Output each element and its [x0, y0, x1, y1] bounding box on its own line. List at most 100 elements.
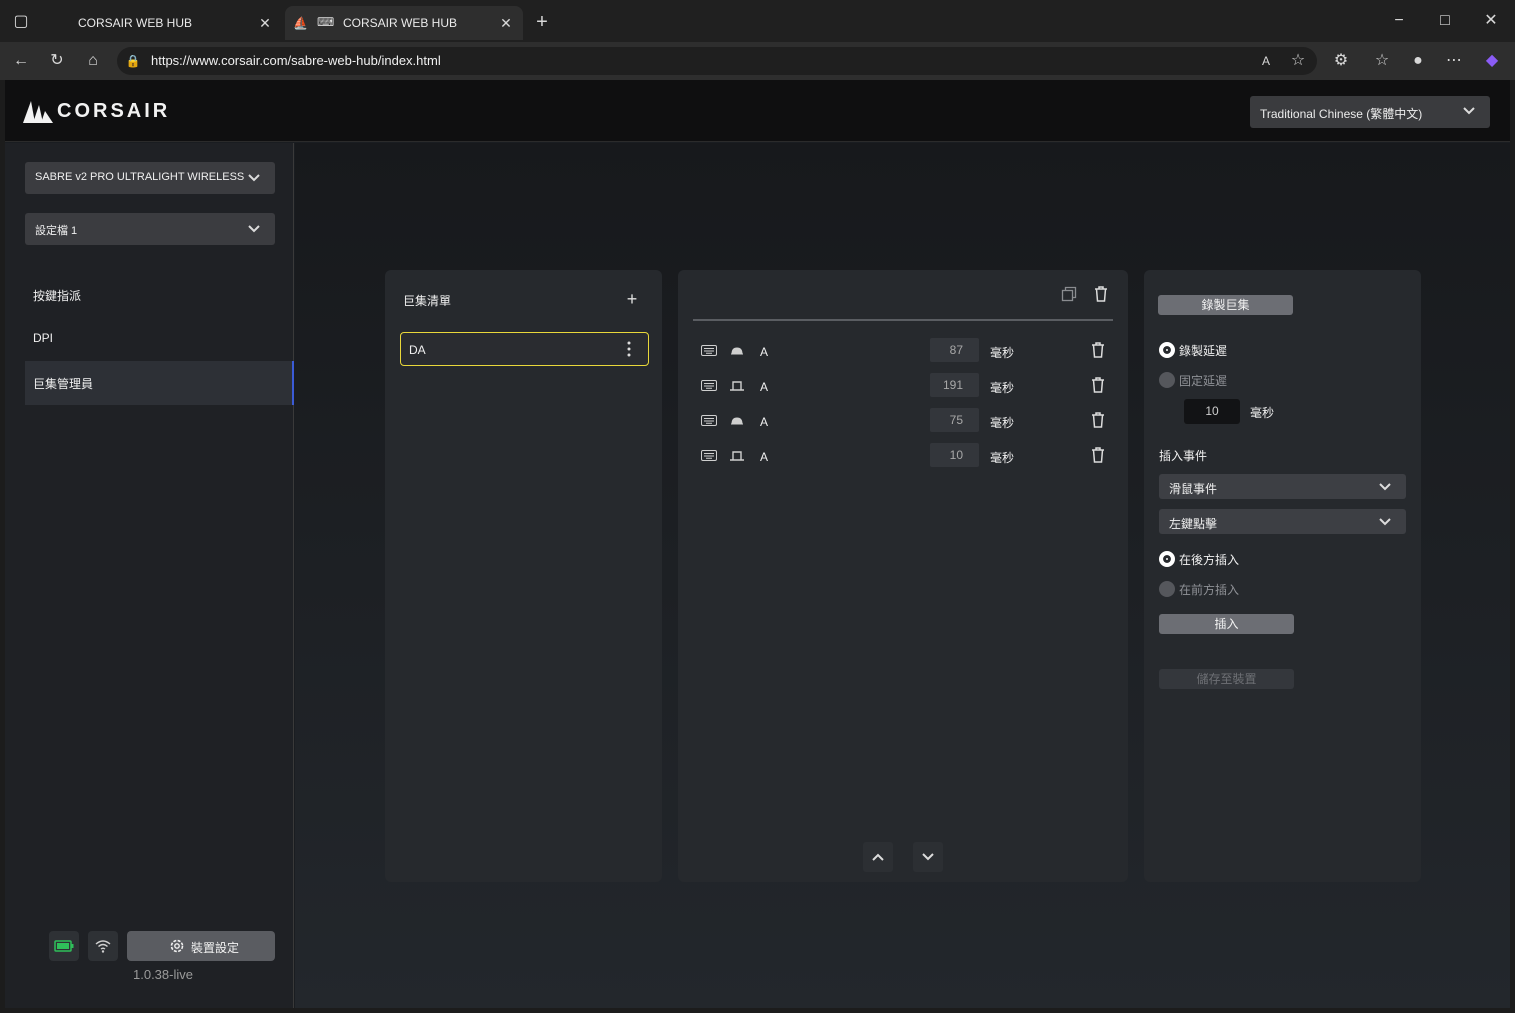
device-settings-button[interactable]: 裝置設定 [127, 931, 275, 961]
macro-name: DA [409, 343, 426, 357]
insert-before-radio[interactable] [1159, 581, 1175, 597]
chevron-down-icon [1379, 518, 1391, 526]
trash-icon[interactable] [1091, 342, 1105, 358]
browser-tab-1[interactable]: CORSAIR WEB HUB ✕ [48, 6, 282, 40]
fixed-delay-radio[interactable] [1159, 372, 1175, 388]
trash-icon[interactable] [1091, 412, 1105, 428]
maximize-icon[interactable]: □ [1434, 10, 1456, 32]
trash-icon[interactable] [1094, 286, 1108, 302]
sidebar-item-macro-manager[interactable]: 巨集管理員 [25, 361, 294, 405]
add-macro-icon[interactable]: + [622, 289, 642, 309]
profile-select-value: 設定檔 1 [35, 225, 78, 237]
gear-icon [170, 939, 184, 953]
record-delay-label: 錄製延遲 [1179, 344, 1228, 358]
language-value: Traditional Chinese (繁體中文) [1260, 107, 1423, 121]
sidebar-item-label: 按鍵指派 [33, 289, 82, 303]
profile-select[interactable]: 設定檔 1 [25, 213, 275, 245]
window-close-icon[interactable]: ✕ [1480, 10, 1502, 32]
tab-title: CORSAIR WEB HUB [78, 16, 193, 30]
home-icon[interactable]: ⌂ [82, 50, 104, 72]
record-delay-radio[interactable] [1159, 342, 1175, 358]
chevron-down-icon [922, 853, 934, 861]
event-delay-input[interactable]: 10 [930, 443, 979, 467]
battery-icon [54, 940, 74, 952]
device-select-value: SABRE v2 PRO ULTRALIGHT WIRELESS [35, 171, 245, 183]
insert-after-radio[interactable] [1159, 551, 1175, 567]
language-select[interactable]: Traditional Chinese (繁體中文) [1250, 96, 1490, 128]
wireless-status [88, 931, 118, 961]
tab-actions-icon[interactable]: ▢ [10, 11, 32, 33]
keyboard-icon [701, 345, 717, 356]
favorites-icon[interactable]: ☆ [1371, 50, 1393, 72]
event-value-value: 左鍵點擊 [1169, 517, 1218, 531]
move-down-button[interactable] [913, 842, 943, 872]
back-icon[interactable]: ← [10, 50, 32, 72]
profile-avatar[interactable]: ● [1407, 50, 1429, 72]
chevron-down-icon [248, 225, 260, 233]
fixed-delay-label: 固定延遲 [1179, 374, 1228, 388]
battery-status [49, 931, 79, 961]
macro-event-row[interactable]: A 75 毫秒 [693, 407, 1113, 435]
record-macro-button[interactable]: 錄製巨集 [1158, 295, 1293, 315]
browser-tab-bar: ▢ CORSAIR WEB HUB ✕ ⛵ ⌨ CORSAIR WEB HUB … [0, 0, 1515, 42]
wifi-icon [95, 940, 111, 953]
event-delay-input[interactable]: 75 [930, 408, 979, 432]
insert-after-label: 在後方插入 [1179, 553, 1240, 567]
event-key: A [760, 380, 769, 394]
extensions-icon[interactable]: ⚙ [1330, 50, 1352, 72]
browser-tab-2[interactable]: ⛵ ⌨ CORSAIR WEB HUB ✕ [285, 6, 523, 40]
key-press-icon [731, 417, 743, 425]
fixed-delay-input[interactable]: 10 [1184, 399, 1240, 424]
close-icon[interactable]: ✕ [497, 14, 515, 32]
kebab-menu-icon[interactable] [626, 340, 632, 358]
copy-icon[interactable] [1061, 286, 1077, 302]
macro-event-row[interactable]: A 10 毫秒 [693, 442, 1113, 470]
key-release-icon [730, 381, 744, 391]
chevron-down-icon [1463, 107, 1475, 115]
macro-list-item[interactable]: DA [400, 332, 649, 366]
favorite-star-icon[interactable]: ☆ [1287, 50, 1309, 72]
brand-logo-text: CORSAIR [57, 100, 171, 122]
more-icon[interactable]: ⋯ [1443, 50, 1465, 72]
trash-icon[interactable] [1091, 447, 1105, 463]
keyboard-icon [701, 415, 717, 426]
save-to-device-button[interactable]: 儲存至裝置 [1159, 669, 1294, 689]
macro-settings-panel [1144, 270, 1421, 882]
insert-event-title: 插入事件 [1159, 449, 1208, 463]
event-key: A [760, 450, 769, 464]
keyboard-icon [701, 380, 717, 391]
event-key: A [760, 415, 769, 429]
read-aloud-icon[interactable]: A [1255, 50, 1277, 72]
sidebar-item-key-assignment[interactable]: 按鍵指派 [25, 273, 294, 317]
event-key: A [760, 345, 769, 359]
events-divider [693, 319, 1113, 321]
sidebar-item-dpi[interactable]: DPI [25, 317, 294, 361]
macro-event-row[interactable]: A 191 毫秒 [693, 372, 1113, 400]
event-delay-unit: 毫秒 [990, 346, 1015, 360]
chevron-down-icon [1379, 483, 1391, 491]
event-delay-input[interactable]: 191 [930, 373, 979, 397]
key-release-icon [730, 451, 744, 461]
event-type-value: 滑鼠事件 [1169, 482, 1218, 496]
sidebar-item-label: DPI [33, 331, 54, 345]
chevron-up-icon [872, 853, 884, 861]
insert-button[interactable]: 插入 [1159, 614, 1294, 634]
event-type-select[interactable]: 滑鼠事件 [1159, 474, 1406, 499]
keyboard-favicon-icon: ⌨ [317, 15, 335, 29]
macro-list-title: 巨集清單 [403, 294, 452, 308]
sidebar-item-label: 巨集管理員 [33, 377, 94, 391]
corsair-sails-icon [23, 101, 53, 123]
minimize-icon[interactable]: − [1388, 10, 1410, 32]
copilot-icon[interactable]: ◆ [1481, 50, 1503, 72]
device-settings-label: 裝置設定 [191, 941, 240, 955]
device-select[interactable]: SABRE v2 PRO ULTRALIGHT WIRELESS [25, 162, 275, 194]
macro-event-row[interactable]: A 87 毫秒 [693, 337, 1113, 365]
event-value-select[interactable]: 左鍵點擊 [1159, 509, 1406, 534]
event-delay-unit: 毫秒 [990, 416, 1015, 430]
trash-icon[interactable] [1091, 377, 1105, 393]
refresh-icon[interactable]: ↻ [46, 50, 68, 72]
new-tab-icon[interactable]: + [531, 11, 553, 33]
move-up-button[interactable] [863, 842, 893, 872]
close-icon[interactable]: ✕ [256, 14, 274, 32]
event-delay-input[interactable]: 87 [930, 338, 979, 362]
